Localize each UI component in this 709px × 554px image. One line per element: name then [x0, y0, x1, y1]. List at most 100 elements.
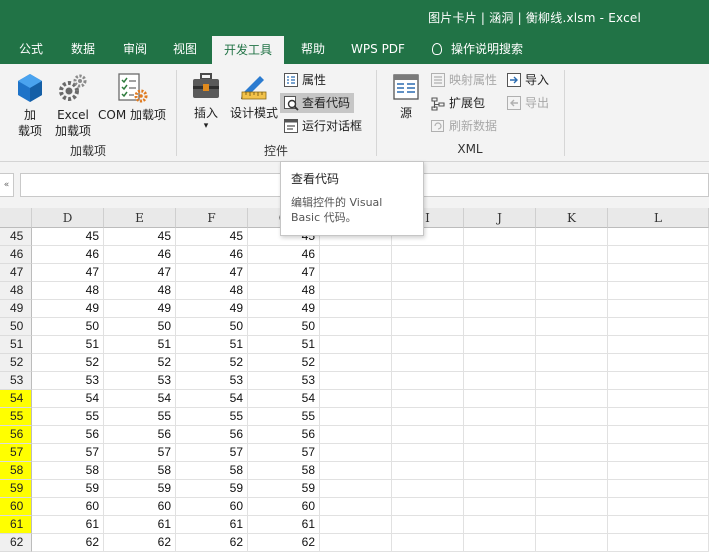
grid-cell[interactable] — [464, 300, 536, 318]
grid-cell[interactable]: 62 — [248, 534, 320, 552]
grid-cell[interactable] — [608, 516, 709, 534]
addins-button[interactable]: 加 载项 — [10, 72, 50, 139]
grid-cell[interactable]: 47 — [104, 264, 176, 282]
grid-cell[interactable]: 50 — [32, 318, 104, 336]
grid-cell[interactable] — [320, 246, 392, 264]
grid-cell[interactable] — [320, 462, 392, 480]
grid-cell[interactable]: 46 — [104, 246, 176, 264]
grid-cell[interactable] — [608, 300, 709, 318]
grid-cell[interactable]: 49 — [248, 300, 320, 318]
grid-cell[interactable]: 58 — [248, 462, 320, 480]
grid-cell[interactable] — [536, 246, 608, 264]
grid-cell[interactable]: 57 — [248, 444, 320, 462]
row-header[interactable]: 59 — [0, 480, 32, 498]
worksheet-grid[interactable]: DEFGHIJKL 454545454546464646464747474747… — [0, 208, 709, 554]
tab-developer[interactable]: 开发工具 — [212, 34, 284, 64]
grid-cell[interactable] — [392, 480, 464, 498]
grid-cell[interactable]: 45 — [176, 228, 248, 246]
grid-cell[interactable]: 61 — [176, 516, 248, 534]
grid-cell[interactable] — [536, 516, 608, 534]
grid-cell[interactable]: 51 — [104, 336, 176, 354]
row-header[interactable]: 49 — [0, 300, 32, 318]
grid-cell[interactable] — [320, 372, 392, 390]
grid-cell[interactable]: 50 — [104, 318, 176, 336]
grid-cell[interactable] — [392, 426, 464, 444]
column-header-d[interactable]: D — [32, 208, 104, 228]
grid-cell[interactable]: 49 — [176, 300, 248, 318]
run-dialog-button[interactable]: 运行对话框 — [283, 116, 362, 136]
row-header[interactable]: 61 — [0, 516, 32, 534]
grid-cell[interactable] — [536, 444, 608, 462]
grid-cell[interactable] — [536, 408, 608, 426]
grid-cell[interactable]: 52 — [32, 354, 104, 372]
grid-cell[interactable]: 56 — [248, 426, 320, 444]
grid-cell[interactable]: 61 — [32, 516, 104, 534]
excel-addins-button[interactable]: Excel 加载项 — [52, 72, 94, 139]
grid-cell[interactable] — [464, 426, 536, 444]
grid-cell[interactable] — [320, 282, 392, 300]
row-header[interactable]: 46 — [0, 246, 32, 264]
grid-cell[interactable]: 61 — [104, 516, 176, 534]
grid-cell[interactable]: 45 — [32, 228, 104, 246]
grid-cell[interactable] — [320, 426, 392, 444]
grid-cell[interactable] — [392, 246, 464, 264]
grid-cell[interactable]: 51 — [248, 336, 320, 354]
grid-cell[interactable] — [608, 534, 709, 552]
grid-cell[interactable] — [320, 318, 392, 336]
grid-cell[interactable] — [392, 282, 464, 300]
design-mode-button[interactable]: 设计模式 — [228, 72, 280, 121]
grid-cell[interactable] — [320, 516, 392, 534]
row-header[interactable]: 56 — [0, 426, 32, 444]
grid-cell[interactable] — [464, 372, 536, 390]
grid-cell[interactable]: 48 — [104, 282, 176, 300]
grid-cell[interactable]: 56 — [32, 426, 104, 444]
grid-cell[interactable] — [464, 534, 536, 552]
column-header-f[interactable]: F — [176, 208, 248, 228]
grid-cell[interactable] — [320, 498, 392, 516]
grid-cell[interactable] — [464, 462, 536, 480]
tab-review[interactable]: 审阅 — [112, 34, 158, 64]
grid-cell[interactable] — [392, 354, 464, 372]
grid-cell[interactable] — [392, 408, 464, 426]
row-header[interactable]: 52 — [0, 354, 32, 372]
grid-cell[interactable]: 62 — [176, 534, 248, 552]
grid-cell[interactable] — [392, 264, 464, 282]
row-header[interactable]: 54 — [0, 390, 32, 408]
tab-formulas[interactable]: 公式 — [8, 34, 54, 64]
grid-cell[interactable] — [320, 444, 392, 462]
grid-cell[interactable] — [608, 318, 709, 336]
import-button[interactable]: 导入 — [506, 70, 549, 90]
row-header[interactable]: 51 — [0, 336, 32, 354]
grid-cell[interactable]: 56 — [176, 426, 248, 444]
grid-cell[interactable] — [536, 336, 608, 354]
tell-me-search[interactable]: 操作说明搜索 — [424, 34, 544, 64]
grid-cell[interactable] — [536, 390, 608, 408]
grid-cell[interactable] — [608, 444, 709, 462]
grid-cell[interactable]: 46 — [176, 246, 248, 264]
grid-cell[interactable]: 61 — [248, 516, 320, 534]
grid-cell[interactable] — [536, 534, 608, 552]
grid-cell[interactable]: 53 — [176, 372, 248, 390]
tab-wps-pdf[interactable]: WPS PDF — [340, 34, 416, 64]
tab-data[interactable]: 数据 — [60, 34, 106, 64]
grid-cell[interactable]: 55 — [104, 408, 176, 426]
grid-cell[interactable] — [464, 498, 536, 516]
grid-cell[interactable]: 59 — [248, 480, 320, 498]
grid-cell[interactable] — [608, 354, 709, 372]
grid-cell[interactable]: 53 — [32, 372, 104, 390]
grid-cell[interactable] — [464, 516, 536, 534]
grid-cell[interactable]: 54 — [32, 390, 104, 408]
grid-cell[interactable] — [392, 498, 464, 516]
grid-cell[interactable]: 62 — [104, 534, 176, 552]
view-code-button[interactable]: 查看代码 — [280, 93, 355, 113]
grid-cell[interactable]: 62 — [32, 534, 104, 552]
row-header[interactable]: 48 — [0, 282, 32, 300]
grid-cell[interactable] — [392, 318, 464, 336]
row-header[interactable]: 55 — [0, 408, 32, 426]
grid-cell[interactable] — [320, 480, 392, 498]
grid-cell[interactable]: 49 — [32, 300, 104, 318]
grid-cell[interactable]: 60 — [104, 498, 176, 516]
grid-cell[interactable] — [536, 498, 608, 516]
grid-cell[interactable] — [464, 336, 536, 354]
grid-cell[interactable] — [320, 336, 392, 354]
